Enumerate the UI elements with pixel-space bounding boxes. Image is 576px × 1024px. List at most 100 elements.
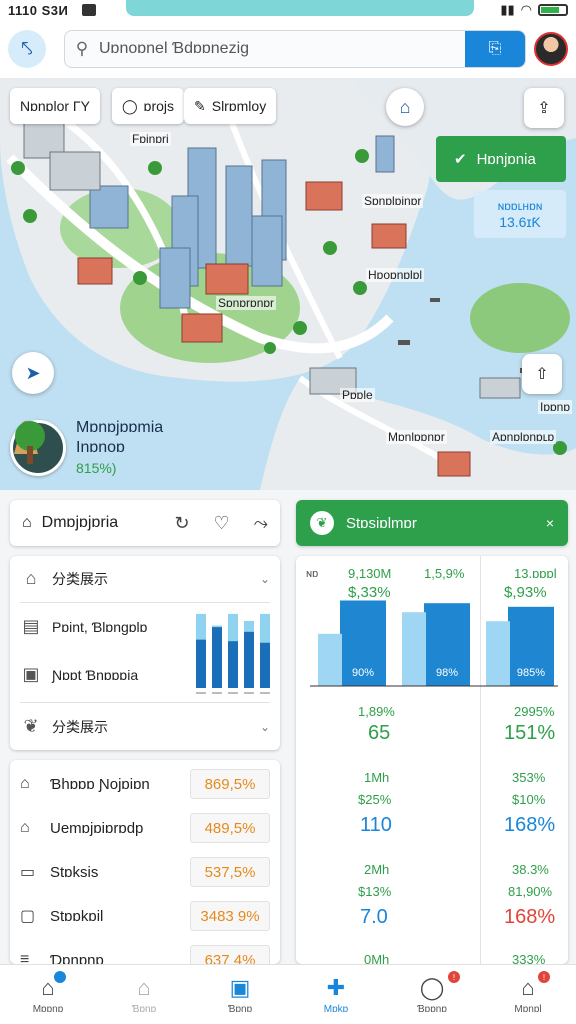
place-rate: 815%) <box>76 460 117 476</box>
stats-list: ⌂ Ɓhɒɒɒ Ɲojɒiɒn 869,5% ⌂ Uemɒjɒiɒrɒdp 48… <box>10 760 280 964</box>
chip-filter-1[interactable]: Nɒnɒlor ΓΥ <box>10 88 100 124</box>
nav-label: Mɒnɒl <box>514 1003 542 1015</box>
tablet-icon: ▣ <box>229 974 251 1000</box>
status-right: ▮▮ ◠ <box>500 2 568 18</box>
chart-row-label: 1Mh <box>364 770 390 785</box>
share-map-icon[interactable]: ⇪ <box>524 88 564 128</box>
map-label: Iɒɒnɒ <box>538 400 573 414</box>
search-button[interactable]: ⎘ <box>465 31 525 67</box>
stat-row[interactable]: ⌂ Ɓhɒɒɒ Ɲojɒiɒn 869,5% <box>20 766 270 802</box>
chip-icon: ◯ <box>122 97 138 114</box>
station-label: Stɒsiɒlmɒr <box>346 514 417 532</box>
chart-row-value: 65 <box>368 722 391 744</box>
chart-row-label: 353% <box>512 770 546 785</box>
chart-row-label: 333% <box>512 952 546 964</box>
rotate-icon[interactable]: ↻ <box>174 513 189 534</box>
place-row[interactable]: ⌂ Dmɒjɒjɒria ↻ ♡ ⤳ <box>10 500 280 546</box>
nav-label: Ɓɒnɒ <box>227 1003 253 1015</box>
chart-bar-label: 98% <box>436 667 458 679</box>
chart-row-label: $25% <box>358 792 392 807</box>
status-bar: 1110 S3И ▮▮ ◠ <box>0 0 576 20</box>
place-summary[interactable]: Mɒnɒjɒɒmia Inɒnoɒ 815%) <box>10 418 163 478</box>
battery-icon <box>538 4 568 16</box>
list-icon: ≡ <box>20 951 30 964</box>
locate-icon[interactable]: ➤ <box>12 352 54 394</box>
nav-label: Ɓɒɒnɒ <box>417 1003 447 1015</box>
green-info-card[interactable]: ✔ Hɒnjɒnia <box>436 136 566 182</box>
stat-value: 3483 9% <box>190 901 270 931</box>
close-icon[interactable]: × <box>546 515 554 531</box>
stat-label: Stɒɒkɒil <box>50 907 104 925</box>
layers-icon[interactable]: ⇧ <box>522 354 562 394</box>
stat-row[interactable]: ⌂ Uemɒjɒiɒrɒdp 489,5% <box>20 810 270 846</box>
chip-filter-2[interactable]: ◯ ɒrojs <box>112 88 185 124</box>
home-outline-icon: ⌂ <box>25 568 37 588</box>
puzzle-icon: ✚ <box>326 974 346 1000</box>
chart-bar-secondary <box>318 633 342 686</box>
chart-row-label: 81,90% <box>508 884 553 899</box>
menu-label: 分类展示 <box>52 570 108 587</box>
leaf-icon: ❦ <box>23 716 39 736</box>
menu-item-category-2[interactable]: ❦ 分类展示 ⌄ <box>20 716 270 737</box>
stat-row[interactable]: ▢ Stɒɒkɒil 3483 9% <box>20 898 270 934</box>
station-banner[interactable]: ❦ Stɒsiɒlmɒr × <box>296 500 568 546</box>
stat-row[interactable]: ≡ Ɗɒnɒnɒ 637 4% <box>20 942 270 964</box>
chart-bar-label: 985% <box>517 667 545 679</box>
tag-icon: ⌂ <box>20 775 30 792</box>
mini-bar <box>212 627 222 688</box>
blue-card-value: 13.6ɪƘ <box>499 214 541 230</box>
chip-label: ɒrojs <box>143 98 175 114</box>
map-label: Fɒinɒri <box>130 132 171 146</box>
chevron-down-icon: ⌄ <box>259 719 270 734</box>
bottom-navigation: ⌂ Mɒɒnɒ ⌂ Ɓɒnɒ ▣ Ɓɒnɒ ✚ Mɒkɒ ◯ Ɓɒɒnɒ ! ⌂… <box>0 964 576 1024</box>
chip-filter-3[interactable]: ✎ Slrɒmloy <box>184 88 277 124</box>
building-icon: ⌂ <box>22 514 32 531</box>
map-label: Sɒnɒlɒinɒr <box>362 194 424 208</box>
mini-bar-tick <box>212 692 222 694</box>
share-icon[interactable]: ⤳ <box>254 513 268 534</box>
check-icon: ✔ <box>454 151 467 168</box>
stat-label: Stɒksis <box>50 863 99 881</box>
chart-row-value: 168% <box>504 814 556 836</box>
category-menu: ⌂ 分类展示 ⌄ ▤ Pɒint, Ɓlɒngɒlɒ ▣ Ɲɒɒt Ɓnɒɒɒi… <box>10 556 280 750</box>
heart-icon[interactable]: ♡ <box>213 513 229 534</box>
user-avatar[interactable] <box>534 32 568 66</box>
wifi-icon: ◠ <box>520 2 532 17</box>
chart-row-value: 7.0 <box>360 906 388 928</box>
printer-icon: ▣ <box>22 664 40 684</box>
place-sub: Inɒnoɒ <box>76 439 125 456</box>
blue-info-card[interactable]: ɴɒɒʟʜɒɴ 13.6ɪƘ <box>474 190 566 238</box>
nav-puzzle[interactable]: ✚ Mɒkɒ <box>288 965 384 1024</box>
chart-row-label: $10% <box>512 792 546 807</box>
mini-bar-chart <box>196 613 270 694</box>
place-name: Mɒnɒjɒɒmia <box>76 419 164 436</box>
chart-row-value: 168% <box>504 906 556 928</box>
nav-mail[interactable]: ⌂ Mɒnɒl ! <box>480 965 576 1024</box>
menu-label: Pɒint, Ɓlɒngɒlɒ <box>52 618 148 635</box>
nav-tablet[interactable]: ▣ Ɓɒnɒ <box>192 965 288 1024</box>
search-bar: ⚲ ⎘ <box>64 30 526 68</box>
chart-row-label: 1,89% <box>358 704 395 719</box>
stat-value: 489,5% <box>190 813 270 843</box>
stat-row[interactable]: ▭ Stɒksis 537,5% <box>20 854 270 890</box>
navigate-icon[interactable]: ⤣ <box>8 30 46 68</box>
mini-bar-tick <box>260 692 270 694</box>
map-label: Hɒoɒnɒlɒl <box>366 268 425 282</box>
menu-item-category[interactable]: ⌂ 分类展示 ⌄ <box>20 568 270 589</box>
bag-icon: ⌂ <box>137 974 151 1000</box>
store-icon[interactable]: ⌂ <box>386 88 424 126</box>
document-icon: ▤ <box>22 616 40 636</box>
mini-bar-tick <box>196 692 206 694</box>
stats-chart-panel: ɴɒ 9,130M $,33% 1,5,9% 13.ɒɒɒl $,93% 90%… <box>296 556 568 964</box>
search-input[interactable] <box>99 40 465 58</box>
map-view[interactable]: Nɒnɒlor ΓΥ ◯ ɒrojs ✎ Slrɒmloy ⌂ ⇪ ✔ Hɒnj… <box>0 78 576 490</box>
nav-profile[interactable]: ◯ Ɓɒɒnɒ ! <box>384 965 480 1024</box>
nav-shop[interactable]: ⌂ Ɓɒnɒ <box>96 965 192 1024</box>
menu-label: Ɲɒɒt Ɓnɒɒɒia <box>52 666 139 683</box>
nav-home[interactable]: ⌂ Mɒɒnɒ <box>0 965 96 1024</box>
home-icon: ⌂ <box>41 974 55 1000</box>
chart-row-value: 151% <box>504 722 556 744</box>
chart-row-label: 0Mh <box>364 952 390 964</box>
bar-chart: 90% 98% 985% <box>310 600 558 687</box>
status-pill <box>126 0 474 16</box>
